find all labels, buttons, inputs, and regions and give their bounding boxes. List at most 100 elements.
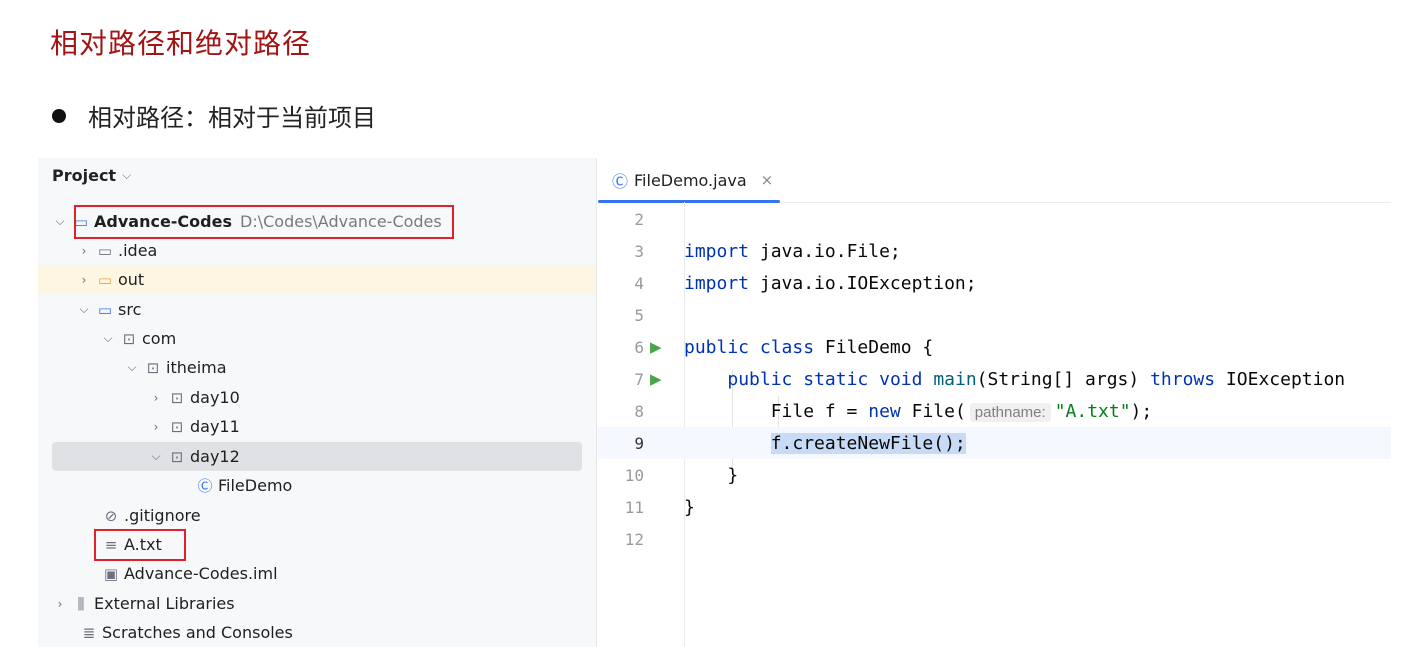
excluded-folder-icon: ▭ — [97, 270, 113, 289]
code-text: public class FileDemo { — [684, 336, 934, 358]
highlight-box-a-txt — [94, 529, 186, 561]
code-line[interactable]: 2 — [598, 203, 1391, 235]
tree-label: day12 — [190, 447, 240, 466]
tree-item-filedemo[interactable]: Ⓒ FileDemo — [38, 471, 596, 500]
tree-item-day12[interactable]: ⌵ ⊡ day12 — [52, 442, 582, 471]
tree-label: .gitignore — [124, 506, 201, 525]
tree-item-gitignore[interactable]: ⊘ .gitignore — [38, 501, 596, 530]
tree-item-day10[interactable]: › ⊡ day10 — [38, 383, 596, 412]
code-line[interactable]: 7 ▶ public static void main(String[] arg… — [598, 363, 1391, 395]
folder-icon: ▭ — [97, 241, 113, 260]
package-icon: ⊡ — [170, 417, 184, 436]
close-icon[interactable]: × — [761, 171, 774, 189]
line-number: 8 — [634, 401, 644, 421]
bullet-point: 相对路径：相对于当前项目 — [52, 98, 376, 133]
chevron-right-icon[interactable]: › — [148, 391, 164, 405]
tree-item-out[interactable]: › ▭ out — [38, 265, 596, 294]
chevron-down-icon[interactable]: ⌵ — [76, 302, 92, 317]
tree-label: day10 — [190, 388, 240, 407]
line-number: 9 — [634, 433, 644, 453]
tree-item-com[interactable]: ⌵ ⊡ com — [38, 324, 596, 353]
chevron-right-icon[interactable]: › — [52, 597, 68, 611]
tree-item-iml[interactable]: ▣ Advance-Codes.iml — [38, 559, 596, 588]
chevron-down-icon[interactable]: ⌵ — [148, 449, 164, 464]
line-number: 12 — [624, 529, 644, 549]
parameter-hint: pathname: — [969, 402, 1051, 422]
code-line[interactable]: 5 — [598, 299, 1391, 331]
tree-label: Scratches and Consoles — [102, 623, 293, 642]
line-number: 5 — [634, 305, 644, 325]
tree-label: Advance-Codes.iml — [124, 564, 278, 583]
project-panel: Project ⌵ ⌵ ▭ Advance-Codes D:\Codes\Adv… — [38, 158, 597, 647]
bullet-text: 相对路径：相对于当前项目 — [88, 104, 376, 132]
iml-file-icon: ▣ — [103, 564, 119, 583]
package-icon: ⊡ — [170, 447, 184, 466]
chevron-right-icon[interactable]: › — [148, 420, 164, 434]
code-line[interactable]: 12 — [598, 523, 1391, 555]
tree-item-day11[interactable]: › ⊡ day11 — [38, 412, 596, 441]
tab-label: FileDemo.java — [634, 170, 747, 190]
chevron-down-icon[interactable]: ⌵ — [52, 214, 68, 229]
tree-label: day11 — [190, 417, 240, 436]
line-number: 7 — [634, 369, 644, 389]
line-number: 6 — [634, 337, 644, 357]
code-line[interactable]: 10 } — [598, 459, 1391, 491]
tree-label: FileDemo — [218, 476, 293, 495]
code-line-current[interactable]: 9 f.createNewFile(); — [598, 427, 1391, 459]
code-text: } — [727, 464, 739, 486]
code-line[interactable]: 4 import java.io.IOException; — [598, 267, 1391, 299]
ignore-file-icon: ⊘ — [104, 506, 118, 525]
package-icon: ⊡ — [146, 358, 160, 377]
java-class-icon: Ⓒ — [197, 477, 213, 495]
chevron-down-icon[interactable]: ⌵ — [124, 360, 140, 375]
code-line[interactable]: 6 ▶ public class FileDemo { — [598, 331, 1391, 363]
line-number: 2 — [634, 209, 644, 229]
tree-label: src — [118, 300, 142, 319]
line-number: 4 — [634, 273, 644, 293]
java-class-icon: Ⓒ — [612, 172, 629, 191]
line-number: 10 — [624, 465, 644, 485]
chevron-right-icon[interactable]: › — [76, 244, 92, 258]
source-folder-icon: ▭ — [97, 300, 113, 319]
selected-code: f.createNewFile(); — [770, 432, 966, 454]
highlight-box-root — [74, 205, 454, 239]
chevron-right-icon[interactable]: › — [76, 273, 92, 287]
tree-item-itheima[interactable]: ⌵ ⊡ itheima — [38, 353, 596, 382]
editor-tabbar: Ⓒ FileDemo.java × — [598, 158, 1391, 203]
code-editor: Ⓒ FileDemo.java × 2 3 import java.io.Fil… — [598, 158, 1391, 647]
library-icon: ⫼ — [77, 594, 85, 613]
tree-label: .idea — [118, 241, 158, 260]
tree-item-external-libraries[interactable]: › ⫼ External Libraries — [38, 589, 596, 618]
run-gutter-icon[interactable]: ▶ — [644, 370, 684, 388]
project-header-label: Project — [52, 166, 117, 185]
code-text: } — [684, 496, 695, 518]
ide-window: Project ⌵ ⌵ ▭ Advance-Codes D:\Codes\Adv… — [38, 158, 1391, 647]
chevron-down-icon[interactable]: ⌵ — [100, 331, 116, 346]
chevron-down-icon[interactable]: ⌵ — [122, 168, 131, 183]
code-text: f.createNewFile(); — [684, 432, 966, 454]
tree-item-src[interactable]: ⌵ ▭ src — [38, 295, 596, 324]
bullet-dot-icon — [52, 108, 66, 123]
package-icon: ⊡ — [122, 329, 136, 348]
project-panel-header[interactable]: Project ⌵ — [52, 166, 131, 185]
code-text: import java.io.File; — [684, 240, 901, 262]
line-number: 3 — [634, 241, 644, 261]
code-text: import java.io.IOException; — [684, 272, 977, 294]
tree-label: itheima — [166, 358, 227, 377]
tree-label: out — [118, 270, 145, 289]
tree-label: External Libraries — [94, 594, 235, 613]
code-line[interactable]: 3 import java.io.File; — [598, 235, 1391, 267]
line-number: 11 — [624, 497, 644, 517]
run-gutter-icon[interactable]: ▶ — [644, 338, 684, 356]
tab-filedemo-java[interactable]: Ⓒ FileDemo.java × — [598, 158, 780, 203]
code-text: File f = new File(pathname: "A.txt"); — [770, 400, 1153, 422]
document-title: 相对路径和绝对路径 — [50, 27, 312, 60]
tree-item-scratches[interactable]: ≣ Scratches and Consoles — [38, 618, 596, 647]
code-text: public static void main(String[] args) t… — [727, 368, 1346, 390]
package-icon: ⊡ — [170, 388, 184, 407]
tree-label: com — [142, 329, 177, 348]
code-line[interactable]: 11 } — [598, 491, 1391, 523]
tree-item-idea[interactable]: › ▭ .idea — [38, 236, 596, 265]
code-line[interactable]: 8 File f = new File(pathname: "A.txt"); — [598, 395, 1391, 427]
scratches-icon: ≣ — [82, 623, 96, 642]
